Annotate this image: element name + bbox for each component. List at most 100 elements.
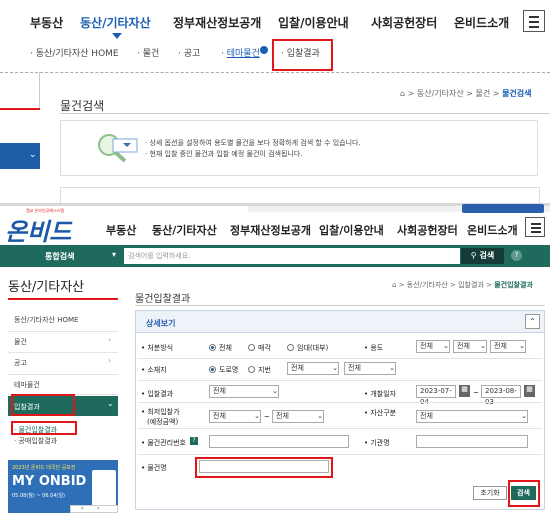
banner-line: 05.08(월) ~ 06.04(일) [12, 493, 65, 499]
help-icon[interactable]: ? [511, 250, 522, 261]
reset-button[interactable]: 초기화 [473, 486, 507, 500]
date-from-field[interactable]: 2023-07-04 [416, 385, 456, 406]
top-menu-item[interactable]: 부동산 [30, 14, 63, 31]
logo-tagline: 캠코 온라인공매시스템 [26, 208, 65, 213]
min-price-to-select[interactable]: 전체 ⌄ [272, 410, 324, 423]
radio-location-lot[interactable] [248, 366, 255, 373]
label-item-name: 물건명 [147, 464, 167, 472]
pager-next-icon[interactable]: › [97, 505, 99, 512]
left-blue-tab[interactable]: ⌄ [0, 143, 40, 169]
search-scope[interactable]: 통합검색 [45, 251, 74, 262]
info-box: · 상세 옵션을 설정하여 용도별 물건을 보다 정확하게 검색 할 수 있습니… [60, 120, 538, 176]
active-menu-caret-icon [112, 33, 122, 39]
chevron-right-icon: › [108, 335, 112, 344]
info-line: 상세 옵션을 설정하여 용도별 물건을 보다 정확하게 검색 할 수 있습니다. [149, 139, 361, 147]
usage-select-2[interactable]: 전체 ⌄ [453, 340, 487, 353]
search-button[interactable]: ⚲ 검색 [461, 248, 504, 264]
page-title: 물건검색 [60, 99, 105, 113]
top-menu-item[interactable]: 입찰/이용안내 [278, 14, 349, 31]
label-min-price: 최저입찰가 [147, 408, 180, 416]
calendar-icon[interactable]: ▦ [459, 385, 470, 397]
partial-button[interactable] [462, 204, 544, 213]
top-menu-item[interactable]: 온비드소개 [454, 14, 509, 31]
help-icon[interactable]: ? [190, 437, 198, 445]
label-result: 입찰결과 [147, 390, 174, 398]
site-menu-item[interactable]: 부동산 [106, 222, 136, 238]
radio-location-road[interactable] [209, 366, 216, 373]
submenu-home[interactable]: 동산/기타자산 HOME [36, 49, 119, 59]
label-agency: 기관명 [370, 439, 390, 447]
pager-prev-icon[interactable]: ‹ [81, 505, 83, 512]
collapse-icon[interactable]: ⌃ [525, 314, 540, 329]
date-to-field[interactable]: 2023-08-03 [481, 385, 521, 406]
home-icon[interactable]: ⌂ [400, 89, 405, 98]
sidebar-item-home[interactable]: 동산/기타자산 HOME [14, 315, 78, 325]
search-placeholder: 검색어를 입력하세요. [128, 252, 191, 260]
radio-disposal-lease[interactable] [287, 344, 294, 351]
chevron-down-icon: ⌄ [107, 399, 114, 408]
cut-off-panel [60, 187, 540, 203]
hamburger-menu-icon[interactable] [525, 217, 545, 237]
sidebar-item-notice[interactable]: 공고 [14, 358, 27, 368]
min-price-from-select[interactable]: 전체 ⌄ [209, 410, 261, 423]
detail-toggle-label: 상세보기 [146, 319, 176, 328]
phone-image [92, 470, 116, 508]
label-disposal: 처분방식 [147, 344, 174, 352]
magnifier-icon [98, 134, 138, 163]
sidebar-title: 동산/기타자산 [8, 280, 85, 295]
radio-label: 임대(대부) [297, 344, 329, 352]
site-menu-item[interactable]: 정부재산정보공개 [230, 222, 311, 238]
banner-line: 2023년 온비드 대국민 공모전 [12, 465, 76, 471]
sidebar-item-theme[interactable]: 테마물건 [14, 380, 40, 390]
main-title-underline [135, 305, 545, 306]
agency-input[interactable] [416, 435, 528, 448]
usage-select-3[interactable]: 전체 ⌄ [490, 340, 526, 353]
usage-select-1[interactable]: 전체 ⌄ [416, 340, 450, 353]
search-input[interactable]: 검색어를 입력하세요. [124, 248, 460, 264]
left-gutter [0, 72, 40, 108]
radio-label: 도로명 [219, 366, 239, 374]
result-select[interactable]: 전체 ⌄ [209, 385, 279, 398]
accent-line [0, 108, 40, 110]
submenu-theme[interactable]: 테마물건 [227, 49, 260, 59]
breadcrumb-current: 물건검색 [502, 89, 532, 98]
submenu-notice[interactable]: 공고 [184, 49, 201, 59]
sidebar-item-items[interactable]: 물건 [14, 337, 27, 347]
hamburger-menu-icon[interactable] [523, 10, 545, 32]
sidebar-subitem-auction-result[interactable]: · 공매입찰결과 [14, 436, 57, 446]
site-menu-item[interactable]: 동산/기타자산 [152, 222, 217, 238]
highlight-box-sidebar-bid-result [11, 394, 75, 416]
label-asset-type: 자산구분 [370, 409, 397, 417]
mgmt-no-input[interactable] [209, 435, 349, 448]
breadcrumb: ⌂ > 동산/기타자산 > 물건 > 물건검색 [400, 89, 532, 98]
search-bar: 통합검색 ▾ 검색어를 입력하세요. ⚲ 검색 ? [0, 245, 550, 267]
submenu-items[interactable]: 물건 [143, 49, 160, 59]
highlight-box-item-name [195, 457, 333, 478]
location-select-1[interactable]: 전체 ⌄ [287, 362, 339, 375]
asset-type-select[interactable]: 전체 ⌄ [416, 410, 528, 423]
scope-dropdown-icon[interactable]: ▾ [112, 250, 116, 259]
site-menu-item[interactable]: 입찰/이용안내 [319, 222, 384, 238]
banner-pager[interactable]: ‹ › [70, 505, 118, 513]
chevron-down-icon: ⌄ [29, 150, 37, 160]
highlight-box-sidebar-item-result [11, 421, 77, 435]
breadcrumb-item[interactable]: 입찰결과 [458, 281, 484, 289]
location-select-2[interactable]: 전체 ⌄ [344, 362, 396, 375]
breadcrumb-item[interactable]: 동산/기타자산 [417, 89, 464, 98]
radio-disposal-all[interactable] [209, 344, 216, 351]
top-main-menu: 부동산 동산/기타자산 정부재산정보공개 입찰/이용안내 사회공헌장터 온비드소… [0, 14, 550, 34]
top-menu-item[interactable]: 정부재산정보공개 [173, 14, 261, 31]
site-menu-item[interactable]: 온비드소개 [467, 222, 518, 238]
site-menu-item[interactable]: 사회공헌장터 [397, 222, 458, 238]
breadcrumb-item[interactable]: 물건 [476, 89, 491, 98]
detail-header: 상세보기 ⌃ [136, 311, 544, 333]
onbid-logo[interactable]: 온비드 [5, 212, 71, 247]
highlight-box-bid-result [272, 39, 333, 71]
breadcrumb-item[interactable]: 동산/기타자산 [407, 281, 448, 289]
banner-line: MY ONBID [12, 474, 87, 489]
calendar-icon[interactable]: ▦ [524, 385, 535, 397]
top-menu-item[interactable]: 사회공헌장터 [371, 14, 437, 31]
home-icon[interactable]: ⌂ [392, 281, 396, 289]
top-menu-item-active[interactable]: 동산/기타자산 [80, 14, 151, 31]
radio-disposal-sale[interactable] [248, 344, 255, 351]
